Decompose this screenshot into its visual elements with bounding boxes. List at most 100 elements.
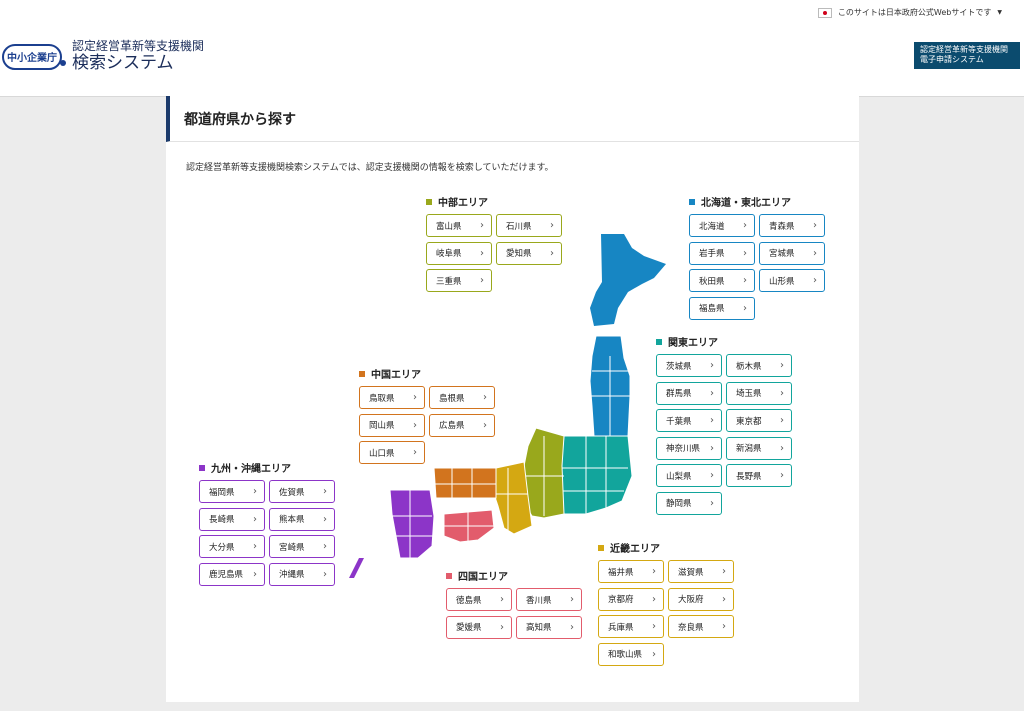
region-marker-icon — [199, 464, 205, 471]
prefecture-label: 福島県 — [699, 304, 725, 314]
region-title-chugoku: 中国エリア — [359, 366, 421, 381]
prefecture-label: 岩手県 — [699, 249, 725, 259]
prefecture-button[interactable]: 秋田県 › — [689, 269, 755, 292]
prefecture-button[interactable]: 北海道 › — [689, 214, 755, 237]
prefecture-button[interactable]: 島根県 › — [429, 386, 495, 409]
prefecture-button[interactable]: 滋賀県 › — [668, 560, 734, 583]
prefecture-button[interactable]: 高知県 › — [516, 615, 582, 639]
chevron-right-icon: › — [813, 275, 817, 286]
chevron-right-icon: › — [253, 513, 257, 525]
prefecture-label: 岡山県 — [369, 421, 395, 431]
prefecture-button[interactable]: 熊本県 › — [269, 507, 335, 531]
prefecture-label: 宮崎県 — [279, 542, 305, 553]
prefecture-button[interactable]: 青森県 › — [759, 214, 825, 237]
prefecture-button[interactable]: 岐阜県 › — [426, 241, 492, 265]
prefecture-label: 愛媛県 — [456, 623, 482, 633]
chevron-right-icon: › — [780, 360, 784, 371]
prefecture-label: 鹿児島県 — [209, 570, 244, 580]
region-title-kyushu: 九州・沖縄エリア — [199, 460, 291, 475]
chevron-right-icon: › — [500, 621, 504, 633]
chevron-right-icon: › — [710, 415, 714, 426]
prefecture-button[interactable]: 福井県 › — [598, 560, 664, 583]
region-marker-icon — [359, 370, 365, 377]
region-title-hokkaido_tohoku: 北海道・東北エリア — [689, 194, 791, 209]
prefecture-button[interactable]: 和歌山県 › — [598, 642, 664, 666]
prefecture-label: 大阪府 — [678, 595, 704, 605]
prefecture-button[interactable]: 香川県 › — [516, 588, 582, 611]
prefecture-button[interactable]: 福岡県 › — [199, 480, 265, 503]
prefecture-button[interactable]: 栃木県 › — [726, 354, 792, 377]
logo-line2: 検索システム — [72, 52, 174, 73]
prefecture-button[interactable]: 新潟県 › — [726, 436, 792, 460]
prefecture-button[interactable]: 鹿児島県 › — [199, 562, 265, 586]
prefecture-button[interactable]: 宮崎県 › — [269, 535, 335, 558]
prefecture-button[interactable]: 三重県 › — [426, 269, 492, 292]
chevron-right-icon: › — [323, 513, 327, 525]
chevron-right-icon: › — [500, 594, 504, 605]
prefecture-button[interactable]: 千葉県 › — [656, 409, 722, 432]
chevron-right-icon: › — [480, 247, 484, 259]
prefecture-button[interactable]: 兵庫県 › — [598, 615, 664, 638]
gov-notice[interactable]: このサイトは日本政府公式Webサイトです ▼ — [817, 7, 1002, 18]
prefecture-label: 愛知県 — [506, 249, 532, 259]
prefecture-button[interactable]: 東京都 › — [726, 409, 792, 432]
chevron-right-icon: › — [780, 470, 784, 481]
prefecture-button[interactable]: 山梨県 › — [656, 464, 722, 487]
prefecture-button[interactable]: 石川県 › — [496, 214, 562, 237]
prefecture-label: 滋賀県 — [678, 567, 704, 578]
chevron-right-icon: › — [722, 593, 726, 605]
prefecture-button[interactable]: 群馬県 › — [656, 381, 722, 405]
prefecture-label: 京都府 — [608, 595, 634, 605]
prefecture-button[interactable]: 富山県 › — [426, 214, 492, 237]
chevron-right-icon: › — [480, 220, 484, 231]
prefecture-button[interactable]: 静岡県 › — [656, 491, 722, 515]
chevron-right-icon: › — [743, 220, 747, 231]
map-kyushu — [389, 489, 435, 559]
prefecture-button[interactable]: 神奈川県 › — [656, 436, 722, 460]
region-marker-icon — [598, 544, 604, 551]
prefecture-button[interactable]: 奈良県 › — [668, 615, 734, 638]
prefecture-button[interactable]: 埼玉県 › — [726, 381, 792, 405]
prefecture-label: 熊本県 — [279, 515, 305, 525]
chevron-right-icon: › — [253, 568, 257, 580]
chevron-right-icon: › — [413, 447, 417, 458]
prefecture-label: 青森県 — [769, 221, 795, 232]
prefecture-label: 東京都 — [736, 416, 762, 427]
region-marker-icon — [689, 198, 695, 205]
electronic-application-button[interactable]: 認定経営革新等支援機関 電子申請システム — [914, 42, 1020, 69]
prefecture-button[interactable]: 山形県 › — [759, 269, 825, 292]
chevron-right-icon: › — [710, 360, 714, 371]
prefecture-button[interactable]: 長崎県 › — [199, 507, 265, 531]
prefecture-button[interactable]: 鳥取県 › — [359, 386, 425, 409]
prefecture-button[interactable]: 茨城県 › — [656, 354, 722, 377]
prefecture-button[interactable]: 宮城県 › — [759, 241, 825, 265]
prefecture-button[interactable]: 広島県 › — [429, 413, 495, 437]
chevron-right-icon: › — [710, 442, 714, 454]
prefecture-label: 新潟県 — [736, 444, 762, 454]
prefecture-button[interactable]: 岡山県 › — [359, 413, 425, 437]
prefecture-button[interactable]: 大分県 › — [199, 535, 265, 558]
chevron-right-icon: › — [722, 621, 726, 632]
prefecture-button[interactable]: 沖縄県 › — [269, 562, 335, 586]
prefecture-button[interactable]: 山口県 › — [359, 441, 425, 464]
prefecture-button[interactable]: 岩手県 › — [689, 241, 755, 265]
site-logo[interactable]: 中小企業庁 認定経営革新等支援機関 検索システム — [2, 39, 204, 73]
prefecture-button[interactable]: 佐賀県 › — [269, 480, 335, 503]
prefecture-button[interactable]: 京都府 › — [598, 587, 664, 611]
chevron-right-icon: › — [253, 486, 257, 497]
chevron-right-icon: › — [323, 486, 327, 497]
prefecture-button[interactable]: 福島県 › — [689, 296, 755, 320]
prefecture-label: 広島県 — [439, 421, 465, 431]
prefecture-button[interactable]: 愛知県 › — [496, 241, 562, 265]
prefecture-button[interactable]: 長野県 › — [726, 464, 792, 487]
prefecture-label: 佐賀県 — [279, 487, 305, 498]
prefecture-label: 福井県 — [608, 567, 634, 578]
chevron-right-icon: › — [323, 568, 327, 580]
region-title-kanto: 関東エリア — [656, 334, 718, 349]
chevron-right-icon: › — [550, 247, 554, 259]
prefecture-button[interactable]: 大阪府 › — [668, 587, 734, 611]
chevron-right-icon: › — [743, 275, 747, 286]
prefecture-button[interactable]: 徳島県 › — [446, 588, 512, 611]
chevron-right-icon: › — [413, 419, 417, 431]
prefecture-button[interactable]: 愛媛県 › — [446, 615, 512, 639]
